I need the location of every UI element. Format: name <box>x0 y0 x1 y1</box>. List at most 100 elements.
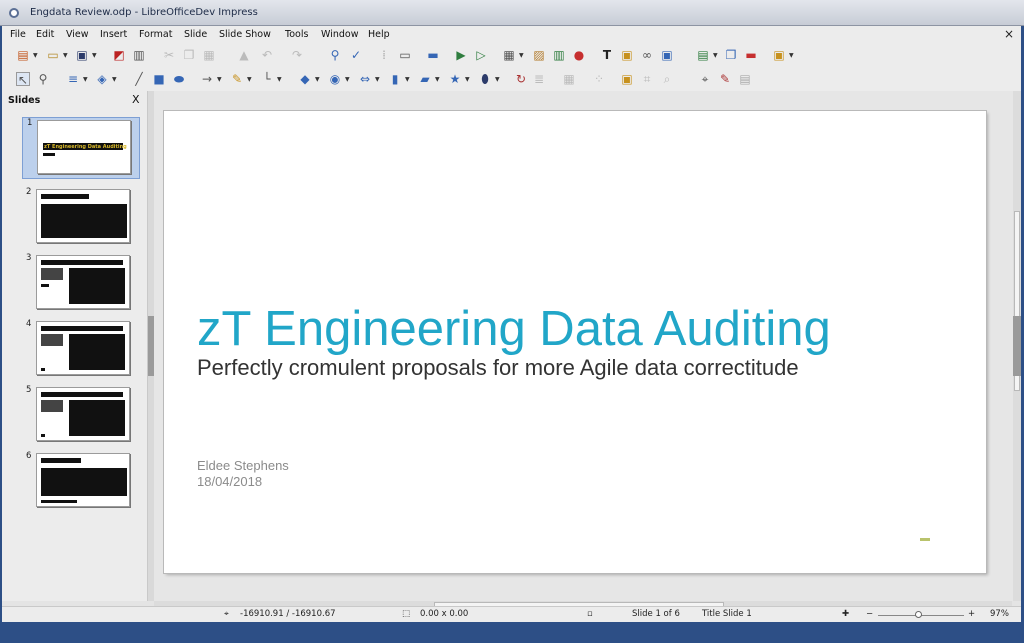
table-icon[interactable]: ▦ <box>502 48 516 62</box>
new-icon[interactable]: ▤ <box>16 48 30 62</box>
undo-icon[interactable]: ↶ <box>260 48 274 62</box>
fill-color-icon[interactable]: ◈ <box>95 72 109 86</box>
vertical-scrollbar[interactable] <box>1013 91 1021 601</box>
document-modified-icon: ▫ <box>587 609 593 619</box>
duplicate-slide-icon[interactable]: ❐ <box>724 48 738 62</box>
arrange-icon[interactable]: ▦ <box>562 72 576 86</box>
points-icon[interactable]: ⌖ <box>698 72 712 86</box>
master-slide-icon[interactable]: ▬ <box>426 48 440 62</box>
fontwork-icon[interactable]: ▣ <box>620 48 634 62</box>
slide-title[interactable]: zT Engineering Data Auditing <box>197 301 831 357</box>
glue-points-icon[interactable]: ✎ <box>718 72 732 86</box>
slide-thumbnail[interactable]: 2 <box>22 187 140 249</box>
copy-icon[interactable]: ❐ <box>182 48 196 62</box>
distribute-icon[interactable]: ⁘ <box>592 72 606 86</box>
zoom-pan-icon[interactable]: ⚲ <box>36 72 50 86</box>
master-slide-name[interactable]: Title Slide 1 <box>702 609 752 619</box>
crop-icon[interactable]: ⌗ <box>640 72 654 86</box>
slide-date[interactable]: 18/04/2018 <box>197 474 262 489</box>
menu-help[interactable]: Help <box>368 29 390 40</box>
slide-thumbnail[interactable]: 3 <box>22 253 140 315</box>
zoom-out-icon[interactable]: − <box>866 609 873 619</box>
slide-preview <box>36 255 130 309</box>
line-icon[interactable]: ╱ <box>132 72 146 86</box>
start-current-slide-icon[interactable]: ▷ <box>474 48 488 62</box>
callouts-icon[interactable]: ▰ <box>418 72 432 86</box>
position-icon: ⌖ <box>224 609 229 619</box>
slide[interactable]: zT Engineering Data Auditing Perfectly c… <box>164 111 986 573</box>
display-views-icon[interactable]: ▭ <box>398 48 412 62</box>
menu-insert[interactable]: Insert <box>100 29 127 40</box>
insert-slide-icon[interactable]: ▤ <box>696 48 710 62</box>
slide-thumbnail[interactable]: 4 <box>22 319 140 381</box>
slide-thumbnail[interactable]: 5 <box>22 385 140 447</box>
menu-view[interactable]: View <box>66 29 89 40</box>
find-replace-icon[interactable]: ⚲ <box>328 48 342 62</box>
block-arrows-icon[interactable]: ⇔ <box>358 72 372 86</box>
rotate-icon[interactable]: ↻ <box>514 72 528 86</box>
toggle-extrusion-icon[interactable]: ▤ <box>738 72 752 86</box>
chart-icon[interactable]: ▥ <box>552 48 566 62</box>
close-document-icon[interactable]: × <box>1004 27 1014 41</box>
rectangle-icon[interactable]: ■ <box>152 72 166 86</box>
slides-pane-title: Slides <box>8 95 41 106</box>
menu-tools[interactable]: Tools <box>285 29 308 40</box>
redo-icon[interactable]: ↷ <box>290 48 304 62</box>
ellipse-icon[interactable]: ⬬ <box>172 72 186 86</box>
grid-icon[interactable]: ⁞ <box>377 48 391 62</box>
lines-arrows-icon[interactable]: → <box>200 72 214 86</box>
drawing-toolbar: ↖ ⚲ ≡ ▼ ◈ ▼ ╱ ■ ⬬ → ▼ ✎ ▼ └ ▼ ◆ ▼ ◉ ▼ ⇔ ▼ ▮ ▼ ▰ ▼ … <box>2 68 1021 92</box>
3d-objects-icon[interactable]: ⬮ <box>478 72 492 86</box>
filter-icon[interactable]: ⌕ <box>660 72 674 86</box>
zoom-slider-knob[interactable] <box>915 611 922 618</box>
special-character-icon[interactable]: ▣ <box>660 48 674 62</box>
menu-slide-show[interactable]: Slide Show <box>219 29 271 40</box>
start-first-slide-icon[interactable]: ▶ <box>454 48 468 62</box>
window-menu-icon[interactable] <box>9 8 19 18</box>
impress-window: Engdata Review.odp - LibreOfficeDev Impr… <box>0 0 1024 643</box>
align-icon[interactable]: ≣ <box>532 72 546 86</box>
image-icon[interactable]: ▨ <box>532 48 546 62</box>
stars-icon[interactable]: ★ <box>448 72 462 86</box>
slide-thumbnail[interactable]: 6 <box>22 451 140 513</box>
slide-author[interactable]: Eldee Stephens <box>197 458 289 473</box>
slide-layout-icon[interactable]: ▣ <box>772 48 786 62</box>
paste-icon[interactable]: ▦ <box>202 48 216 62</box>
select-icon[interactable]: ↖ <box>16 72 30 87</box>
save-icon[interactable]: ▣ <box>75 48 89 62</box>
slide-subtitle[interactable]: Perfectly cromulent proposals for more A… <box>197 355 799 381</box>
media-icon[interactable]: ● <box>572 48 586 62</box>
zoom-in-icon[interactable]: + <box>968 609 975 619</box>
symbol-shapes-icon[interactable]: ◉ <box>328 72 342 86</box>
print-icon[interactable]: ▥ <box>132 48 146 62</box>
menu-file[interactable]: File <box>10 29 26 40</box>
standard-toolbar: ▤ ▼ ▭ ▼ ▣ ▼ ◩ ▥ ✂ ❐ ▦ ▲ ↶ ↷ ⚲ ✓ ⁞ ▭ ▬ ▶ ▷ ▦… <box>2 44 1021 68</box>
menu-slide[interactable]: Slide <box>184 29 207 40</box>
curves-icon[interactable]: ✎ <box>230 72 244 86</box>
hyperlink-icon[interactable]: ∞ <box>640 48 654 62</box>
status-bar: ⌖ -16910.91 / -16910.67 ⬚ 0.00 x 0.00 ▫ … <box>2 606 1021 622</box>
logo <box>920 538 930 541</box>
slide-preview: zT Engineering Data Auditing <box>37 120 131 174</box>
menu-bar: File Edit View Insert Format Slide Slide… <box>2 26 1021 44</box>
flowchart-icon[interactable]: ▮ <box>388 72 402 86</box>
basic-shapes-icon[interactable]: ◆ <box>298 72 312 86</box>
delete-slide-icon[interactable]: ▬ <box>744 48 758 62</box>
clone-formatting-icon[interactable]: ▲ <box>237 48 251 62</box>
fit-slide-icon[interactable]: ✚ <box>842 609 849 619</box>
menu-window[interactable]: Window <box>321 29 358 40</box>
menu-edit[interactable]: Edit <box>36 29 54 40</box>
menu-format[interactable]: Format <box>139 29 172 40</box>
textbox-icon[interactable]: T <box>600 48 614 62</box>
size-icon: ⬚ <box>402 609 411 619</box>
connectors-icon[interactable]: └ <box>260 72 274 86</box>
close-pane-icon[interactable]: X <box>132 93 140 106</box>
slide-thumbnail[interactable]: 1 zT Engineering Data Auditing <box>22 117 140 179</box>
line-color-icon[interactable]: ≡ <box>66 72 80 86</box>
shadow-icon[interactable]: ▣ <box>620 72 634 86</box>
spelling-icon[interactable]: ✓ <box>349 48 363 62</box>
open-icon[interactable]: ▭ <box>46 48 60 62</box>
cut-icon[interactable]: ✂ <box>162 48 176 62</box>
export-pdf-icon[interactable]: ◩ <box>112 48 126 62</box>
zoom-level[interactable]: 97% <box>990 609 1009 619</box>
